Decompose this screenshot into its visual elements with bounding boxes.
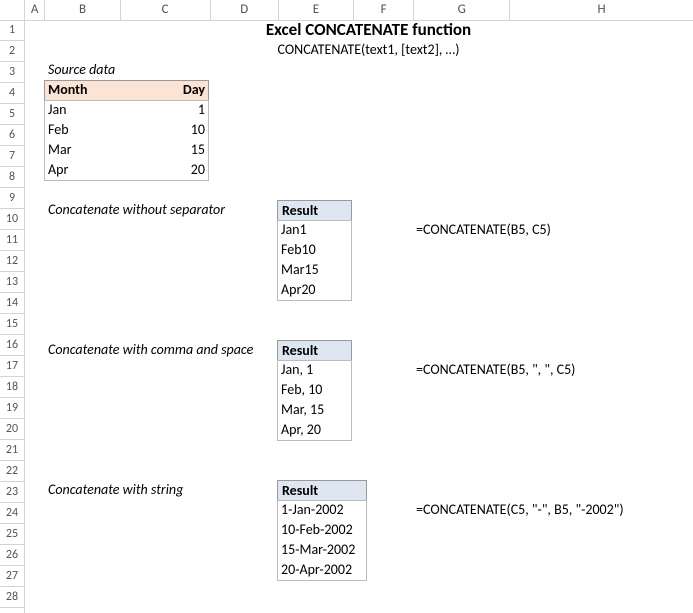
result-cell[interactable]: Apr, 20 (277, 420, 352, 440)
row-header[interactable]: 16 (0, 335, 24, 356)
row-header[interactable]: 21 (0, 440, 24, 461)
spreadsheet: A B C D E F G H 1 2 3 4 5 6 7 8 9 10 11 … (0, 0, 693, 613)
formula-text: =CONCATENATE(B5, C5) (412, 220, 693, 240)
row-header[interactable]: 10 (0, 209, 24, 230)
row-header[interactable]: 22 (0, 461, 24, 482)
col-header-g[interactable]: G (414, 0, 510, 20)
row-header[interactable]: 19 (0, 398, 24, 419)
result-header: Result (277, 480, 367, 501)
row-header[interactable]: 27 (0, 566, 24, 587)
result-header: Result (277, 340, 352, 361)
month-cell[interactable]: Feb (44, 120, 119, 140)
row-header[interactable]: 17 (0, 356, 24, 377)
row-header[interactable]: 29 (0, 608, 24, 613)
col-header-a[interactable]: A (25, 0, 46, 20)
month-cell[interactable]: Mar (44, 140, 119, 160)
month-header: Month (44, 80, 119, 100)
row-headers: 1 2 3 4 5 6 7 8 9 10 11 12 13 14 15 16 1… (0, 20, 25, 613)
row-header[interactable]: 25 (0, 524, 24, 545)
day-cell[interactable]: 10 (119, 120, 209, 140)
day-header: Day (119, 80, 209, 100)
page-title: Excel CONCATENATE function (44, 20, 693, 40)
col-header-c[interactable]: C (121, 0, 211, 20)
result-header: Result (277, 200, 352, 221)
row-header[interactable]: 4 (0, 83, 24, 104)
row-header[interactable]: 18 (0, 377, 24, 398)
row-header[interactable]: 11 (0, 230, 24, 251)
row-header[interactable]: 13 (0, 272, 24, 293)
select-all-corner[interactable] (0, 0, 25, 21)
row-header[interactable]: 24 (0, 503, 24, 524)
page-subtitle: CONCATENATE(text1, [text2], …) (44, 40, 693, 60)
row-header[interactable]: 14 (0, 293, 24, 314)
result-cell[interactable]: Feb10 (277, 240, 352, 260)
col-header-h[interactable]: H (510, 0, 693, 20)
day-cell[interactable]: 15 (119, 140, 209, 160)
day-cell[interactable]: 20 (119, 160, 209, 180)
row-header[interactable]: 7 (0, 146, 24, 167)
month-cell[interactable]: Jan (44, 100, 119, 120)
source-data-label: Source data (44, 60, 209, 80)
result-cell[interactable]: Feb, 10 (277, 380, 352, 400)
row-header[interactable]: 28 (0, 587, 24, 608)
formula-text: =CONCATENATE(C5, "-", B5, "-2002") (412, 500, 693, 520)
result-cell[interactable]: Mar, 15 (277, 400, 352, 420)
row-header[interactable]: 20 (0, 419, 24, 440)
result-cell[interactable]: 20-Apr-2002 (277, 560, 367, 580)
row-header[interactable]: 23 (0, 482, 24, 503)
row-header[interactable]: 5 (0, 104, 24, 125)
result-cell[interactable]: 10-Feb-2002 (277, 520, 367, 540)
section-label: Concatenate with string (44, 480, 277, 500)
col-header-f[interactable]: F (354, 0, 414, 20)
row-header[interactable]: 15 (0, 314, 24, 335)
result-cell[interactable]: Jan, 1 (277, 360, 352, 380)
day-cell[interactable]: 1 (119, 100, 209, 120)
row-header[interactable]: 26 (0, 545, 24, 566)
formula-text: =CONCATENATE(B5, ", ", C5) (412, 360, 693, 380)
row-header[interactable]: 12 (0, 251, 24, 272)
row-header[interactable]: 8 (0, 167, 24, 188)
row-header[interactable]: 6 (0, 125, 24, 146)
result-cell[interactable]: Apr20 (277, 280, 352, 300)
month-cell[interactable]: Apr (44, 160, 119, 180)
col-header-e[interactable]: E (279, 0, 354, 20)
row-header[interactable]: 9 (0, 188, 24, 209)
result-cell[interactable]: Jan1 (277, 220, 352, 240)
result-cell[interactable]: 1-Jan-2002 (277, 500, 367, 520)
result-cell[interactable]: Mar15 (277, 260, 352, 280)
section-label: Concatenate with comma and space (44, 340, 277, 360)
result-cell[interactable]: 15-Mar-2002 (277, 540, 367, 560)
row-header[interactable]: 3 (0, 62, 24, 83)
col-header-b[interactable]: B (45, 0, 120, 20)
row-header[interactable]: 2 (0, 41, 24, 62)
column-headers: A B C D E F G H (0, 0, 693, 21)
row-header[interactable]: 1 (0, 20, 24, 41)
col-header-d[interactable]: D (211, 0, 279, 20)
section-label: Concatenate without separator (44, 200, 277, 220)
